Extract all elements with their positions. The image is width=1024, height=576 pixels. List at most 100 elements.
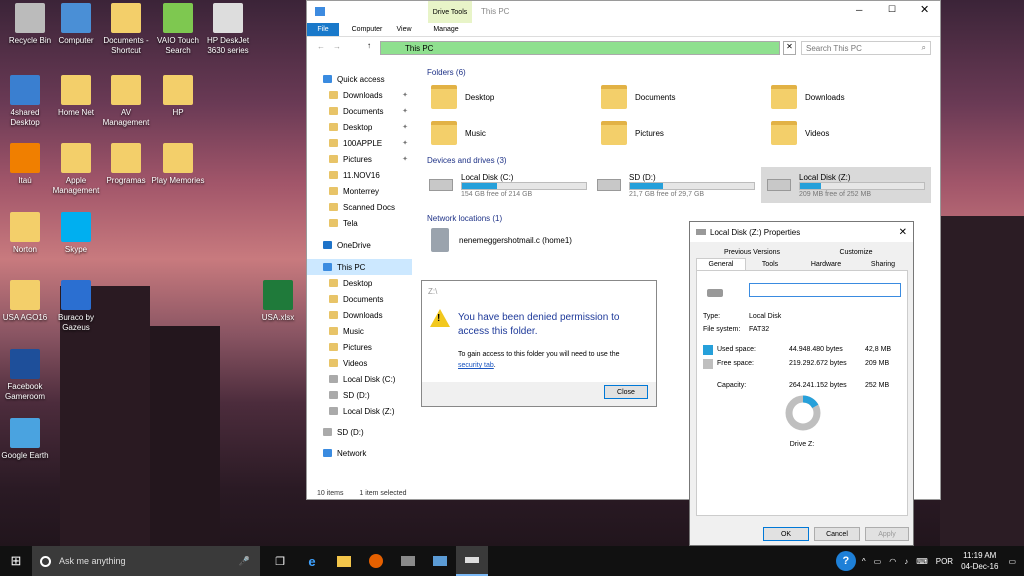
desktop-icon[interactable]: VAIO Touch Search xyxy=(150,3,206,56)
nav-sd[interactable]: SD (D:) xyxy=(307,424,412,440)
folder-item[interactable]: Pictures xyxy=(601,115,771,151)
nav-pc-item[interactable]: Videos xyxy=(307,355,412,371)
start-button[interactable]: ⊞ xyxy=(0,546,32,576)
desktop-icon[interactable]: Programas xyxy=(98,143,154,186)
nav-pc-item[interactable]: SD (D:) xyxy=(307,387,412,403)
folder-item[interactable]: Documents xyxy=(601,79,771,115)
address-bar[interactable]: This PC xyxy=(380,41,780,55)
desktop-icon[interactable]: USA AGO16 xyxy=(0,280,53,323)
task-view-icon[interactable]: ❐ xyxy=(264,546,296,576)
wifi-icon[interactable]: ◠ xyxy=(889,557,896,566)
tab-computer[interactable]: Computer xyxy=(345,23,389,36)
tab-sharing[interactable]: Sharing xyxy=(860,261,906,268)
security-tab-link[interactable]: security tab xyxy=(458,362,494,369)
close-button[interactable]: ✕ xyxy=(920,3,932,16)
help-icon[interactable]: ? xyxy=(835,551,856,571)
volume-icon[interactable]: ♪ xyxy=(904,557,908,566)
desktop-icon[interactable]: Norton xyxy=(0,212,53,255)
search-input[interactable]: Search This PC ⌕ xyxy=(801,41,931,55)
desktop-icon[interactable]: USA.xlsx xyxy=(250,280,306,323)
access-denied-dialog[interactable]: Z:\ ! You have been denied permission to… xyxy=(421,280,657,407)
nav-quick-item[interactable]: 11.NOV16 xyxy=(307,167,412,183)
desktop-icon[interactable]: Documents - Shortcut xyxy=(98,3,154,56)
nav-quick-item[interactable]: Tela xyxy=(307,215,412,231)
tab-hardware[interactable]: Hardware xyxy=(794,261,858,268)
nav-pc-item[interactable]: Local Disk (C:) xyxy=(307,371,412,387)
firefox-icon[interactable] xyxy=(360,546,392,576)
nav-pc-item[interactable]: Documents xyxy=(307,291,412,307)
tab-manage[interactable]: Manage xyxy=(426,23,466,36)
file-explorer-icon[interactable] xyxy=(328,546,360,576)
tab-previous-versions[interactable]: Previous Versions xyxy=(700,249,804,256)
tab-general[interactable]: General xyxy=(696,258,746,270)
back-arrow-icon[interactable]: ← xyxy=(317,42,325,51)
drive-item[interactable]: SD (D:) 21,7 GB free of 29,7 GB xyxy=(591,167,761,203)
keyboard-icon[interactable]: ⌨ xyxy=(916,557,928,566)
cancel-button[interactable]: Cancel xyxy=(814,527,860,541)
edge-icon[interactable]: e xyxy=(296,546,328,576)
desktop-icon[interactable]: Facebook Gameroom xyxy=(0,349,53,402)
nav-quick-item[interactable]: Desktop ✦ xyxy=(307,119,412,135)
nav-quick-item[interactable]: Downloads ✦ xyxy=(307,87,412,103)
nav-this-pc[interactable]: This PC xyxy=(307,259,412,275)
desktop-icon[interactable]: Google Earth xyxy=(0,418,53,461)
folder-item[interactable]: Videos xyxy=(771,115,941,151)
drive-taskbar-icon[interactable] xyxy=(456,546,488,576)
desktop-icon[interactable]: HP xyxy=(150,75,206,118)
clear-icon[interactable]: ✕ xyxy=(783,41,796,55)
desktop-icon[interactable]: Itaú xyxy=(0,143,53,186)
desktop-icon[interactable]: Apple Management xyxy=(48,143,104,196)
ok-button[interactable]: OK xyxy=(763,527,809,541)
nav-pc-item[interactable]: Desktop xyxy=(307,275,412,291)
properties-window[interactable]: Local Disk (Z:) Properties ✕ Previous Ve… xyxy=(689,221,914,546)
folder-item[interactable]: Desktop xyxy=(431,79,601,115)
up-arrow-icon[interactable]: ↑ xyxy=(367,41,371,50)
desktop-icon[interactable]: 4shared Desktop xyxy=(0,75,53,128)
nav-pc-item[interactable]: Music xyxy=(307,323,412,339)
tab-tools[interactable]: Tools xyxy=(750,261,790,268)
close-icon[interactable]: ✕ xyxy=(899,227,907,238)
drive-item[interactable]: Local Disk (Z:) 209 MB free of 252 MB xyxy=(761,167,931,203)
nav-network[interactable]: Network xyxy=(307,445,412,461)
nav-pc-item[interactable]: Downloads xyxy=(307,307,412,323)
desktop-icon[interactable]: Home Net xyxy=(48,75,104,118)
cortana-search[interactable]: Ask me anything 🎤 xyxy=(32,546,260,576)
drive-item[interactable]: Local Disk (C:) 154 GB free of 214 GB xyxy=(423,167,593,203)
volume-name-input[interactable] xyxy=(749,283,901,297)
clock[interactable]: 11:19 AM 04-Dec-16 xyxy=(961,550,998,572)
minimize-button[interactable]: ─ xyxy=(856,5,868,15)
devices-header[interactable]: Devices and drives (3) xyxy=(419,153,939,167)
tab-customize[interactable]: Customize xyxy=(806,249,906,256)
nav-quick-access[interactable]: Quick access xyxy=(307,71,412,87)
nav-quick-item[interactable]: Monterrey xyxy=(307,183,412,199)
forward-arrow-icon[interactable]: → xyxy=(333,42,341,51)
maximize-button[interactable]: ☐ xyxy=(888,4,900,15)
desktop-icon[interactable]: Skype xyxy=(48,212,104,255)
desktop-icon[interactable]: Computer xyxy=(48,3,104,46)
language-indicator[interactable]: POR xyxy=(936,557,953,566)
battery-icon[interactable]: ▭ xyxy=(874,557,882,566)
desktop-icon[interactable]: HP DeskJet 3630 series xyxy=(200,3,256,56)
folder-item[interactable]: Music xyxy=(431,115,601,151)
nav-quick-item[interactable]: Pictures ✦ xyxy=(307,151,412,167)
nav-pc-item[interactable]: Pictures xyxy=(307,339,412,355)
nav-quick-item[interactable]: Scanned Docs xyxy=(307,199,412,215)
desktop-icon[interactable]: Buraco by Gazeus xyxy=(48,280,104,333)
tab-view[interactable]: View xyxy=(389,23,419,36)
tab-file[interactable]: File xyxy=(307,23,339,36)
apply-button[interactable]: Apply xyxy=(865,527,909,541)
microphone-icon[interactable]: 🎤 xyxy=(239,556,250,567)
app-icon[interactable] xyxy=(392,546,424,576)
expand-tray-icon[interactable]: ^ xyxy=(862,557,866,566)
folders-header[interactable]: Folders (6) xyxy=(419,65,939,79)
nav-quick-item[interactable]: 100APPLE ✦ xyxy=(307,135,412,151)
folder-item[interactable]: Downloads xyxy=(771,79,941,115)
notifications-icon[interactable]: ▭ xyxy=(1008,557,1016,566)
nav-onedrive[interactable]: OneDrive xyxy=(307,237,412,253)
close-dialog-button[interactable]: Close xyxy=(604,385,648,399)
nav-pc-item[interactable]: Local Disk (Z:) xyxy=(307,403,412,419)
desktop-icon[interactable]: AV Management xyxy=(98,75,154,128)
desktop-icon[interactable]: Play Memories xyxy=(150,143,206,186)
nav-quick-item[interactable]: Documents ✦ xyxy=(307,103,412,119)
app-icon-2[interactable] xyxy=(424,546,456,576)
